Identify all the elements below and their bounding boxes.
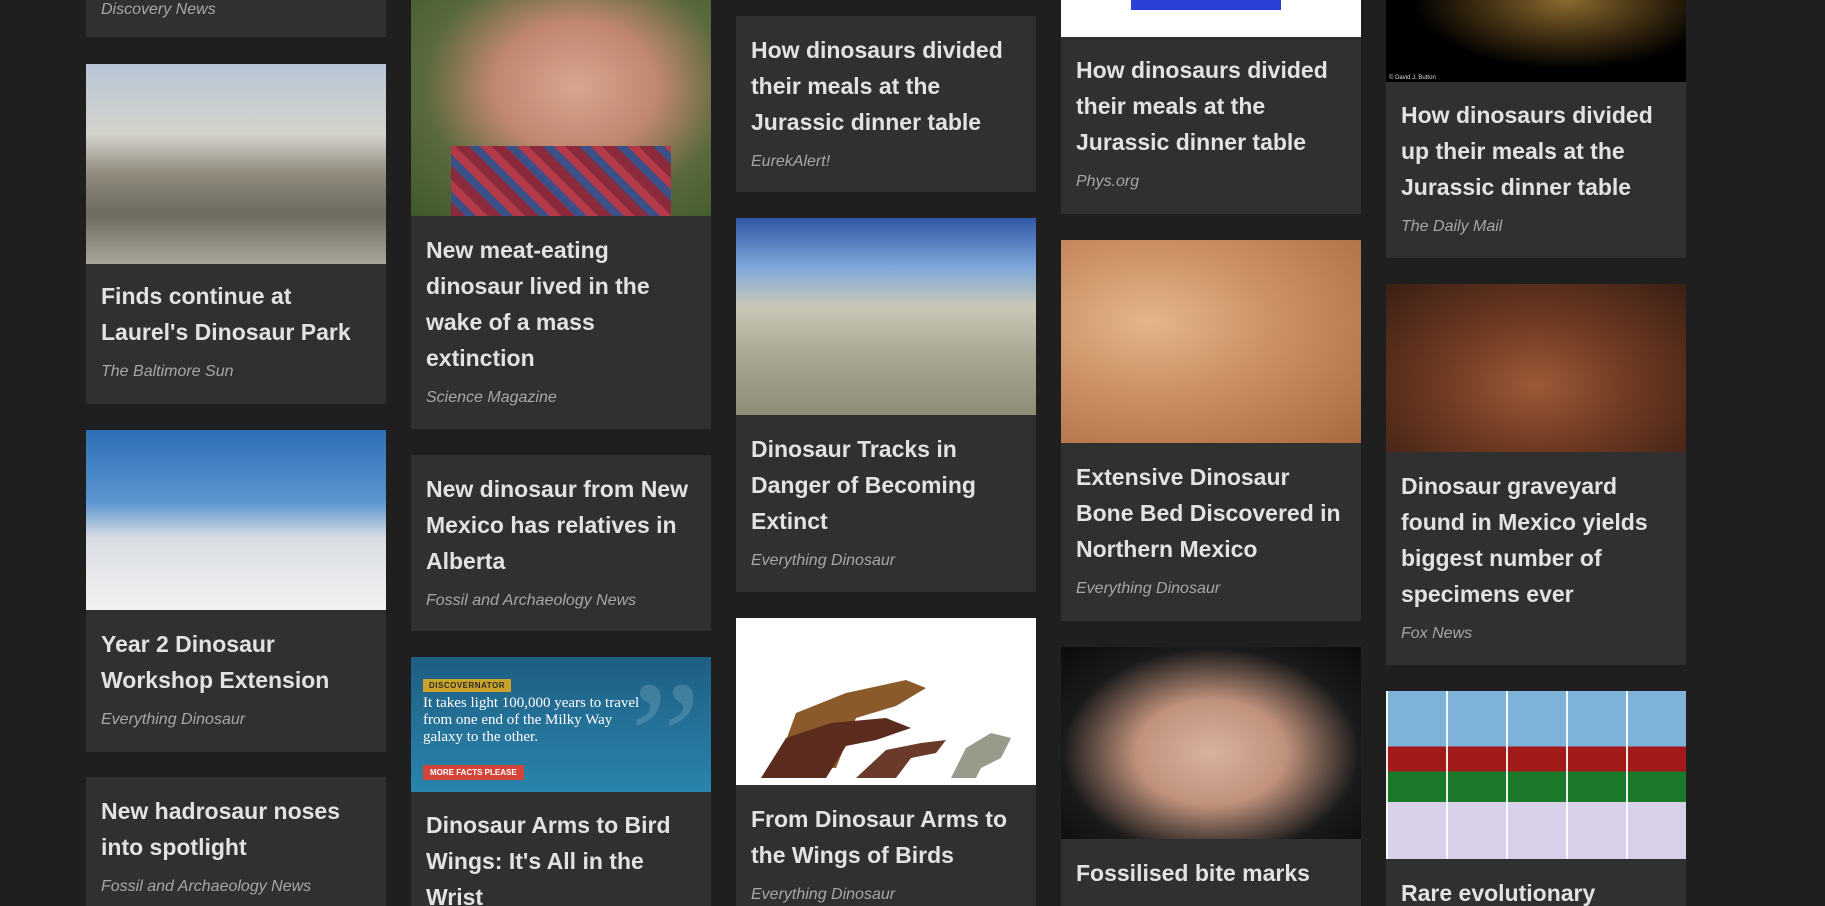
news-card[interactable]: Extensive Dinosaur Bone Bed Discovered i… [1061,240,1361,621]
shirt-pattern [451,146,671,216]
card-source: EurekAlert! [751,153,831,170]
card-title[interactable]: New dinosaur from New Mexico has relativ… [426,471,699,579]
news-card[interactable]: How dinosaurs divided their meals at the… [1061,0,1361,214]
card-image[interactable]: © David J. Button [1386,0,1686,82]
card-title[interactable]: Dinosaur graveyard found in Mexico yield… [1401,468,1674,612]
card-source: The Daily Mail [1401,218,1503,235]
card-source: Everything Dinosaur [101,711,246,728]
news-card[interactable]: Discovery News [86,0,386,37]
card-image[interactable] [1061,647,1361,839]
image-tag: DISCOVERNATOR [423,679,511,692]
card-title[interactable]: Rare evolutionary [1401,875,1674,906]
card-image[interactable] [86,64,386,264]
news-card[interactable]: Dinosaur Tracks in Danger of Becoming Ex… [736,218,1036,592]
image-strip [1131,0,1281,10]
news-card[interactable]: How dinosaurs divided their meals at the… [736,16,1036,192]
card-title[interactable]: Finds continue at Laurel's Dinosaur Park [101,278,374,350]
card-source: Everything Dinosaur [751,886,896,903]
card-title[interactable]: Dinosaur Arms to Bird Wings: It's All in… [426,807,699,906]
card-source: Everything Dinosaur [1076,580,1221,597]
card-image[interactable] [1386,691,1686,859]
card-image[interactable] [1061,0,1361,37]
card-title[interactable]: Year 2 Dinosaur Workshop Extension [101,626,374,698]
image-button: MORE FACTS PLEASE [423,765,524,780]
news-card[interactable]: Fossilised bite marks [1061,647,1361,906]
card-source: Phys.org [1076,173,1140,190]
card-image[interactable] [86,430,386,610]
card-image[interactable] [1061,240,1361,443]
news-card[interactable]: Rare evolutionary [1386,691,1686,906]
card-title[interactable]: Extensive Dinosaur Bone Bed Discovered i… [1076,459,1349,567]
card-source: Science Magazine [426,389,557,406]
dinosaur-illustration [761,680,1011,778]
card-source: Fossil and Archaeology News [101,878,312,895]
news-card[interactable]: ” DISCOVERNATOR It takes light 100,000 y… [411,657,711,906]
card-title[interactable]: How dinosaurs divided their meals at the… [1076,52,1349,160]
news-card[interactable]: From Dinosaur Arms to the Wings of Birds… [736,618,1036,906]
news-card[interactable]: Finds continue at Laurel's Dinosaur Park… [86,64,386,404]
card-title[interactable]: How dinosaurs divided their meals at the… [751,32,1024,140]
card-image[interactable] [1386,284,1686,452]
card-source: Fossil and Archaeology News [426,592,637,609]
card-source: The Baltimore Sun [101,363,234,380]
card-image[interactable] [736,618,1036,785]
image-text: It takes light 100,000 years to travel f… [423,695,640,745]
card-title[interactable]: How dinosaurs divided up their meals at … [1401,97,1674,205]
card-title[interactable]: Fossilised bite marks [1076,855,1349,891]
card-title[interactable]: New hadrosaur noses into spotlight [101,793,374,865]
card-image[interactable] [736,218,1036,415]
image-credit: © David J. Button [1389,75,1436,81]
news-card[interactable]: New dinosaur from New Mexico has relativ… [411,455,711,631]
news-card[interactable]: © David J. Button How dinosaurs divided … [1386,0,1686,258]
news-card[interactable]: New meat-eating dinosaur lived in the wa… [411,0,711,429]
card-image[interactable]: ” DISCOVERNATOR It takes light 100,000 y… [411,657,711,792]
card-source: Discovery News [101,1,216,18]
news-card[interactable]: Year 2 Dinosaur Workshop Extension Every… [86,430,386,752]
card-title[interactable]: From Dinosaur Arms to the Wings of Birds [751,801,1024,873]
card-title[interactable]: Dinosaur Tracks in Danger of Becoming Ex… [751,431,1024,539]
card-source: Fox News [1401,625,1473,642]
card-source: Everything Dinosaur [751,552,896,569]
card-title[interactable]: New meat-eating dinosaur lived in the wa… [426,232,699,376]
news-card[interactable]: Dinosaur graveyard found in Mexico yield… [1386,284,1686,665]
card-image[interactable] [411,0,711,216]
news-card[interactable]: New hadrosaur noses into spotlight Fossi… [86,777,386,906]
